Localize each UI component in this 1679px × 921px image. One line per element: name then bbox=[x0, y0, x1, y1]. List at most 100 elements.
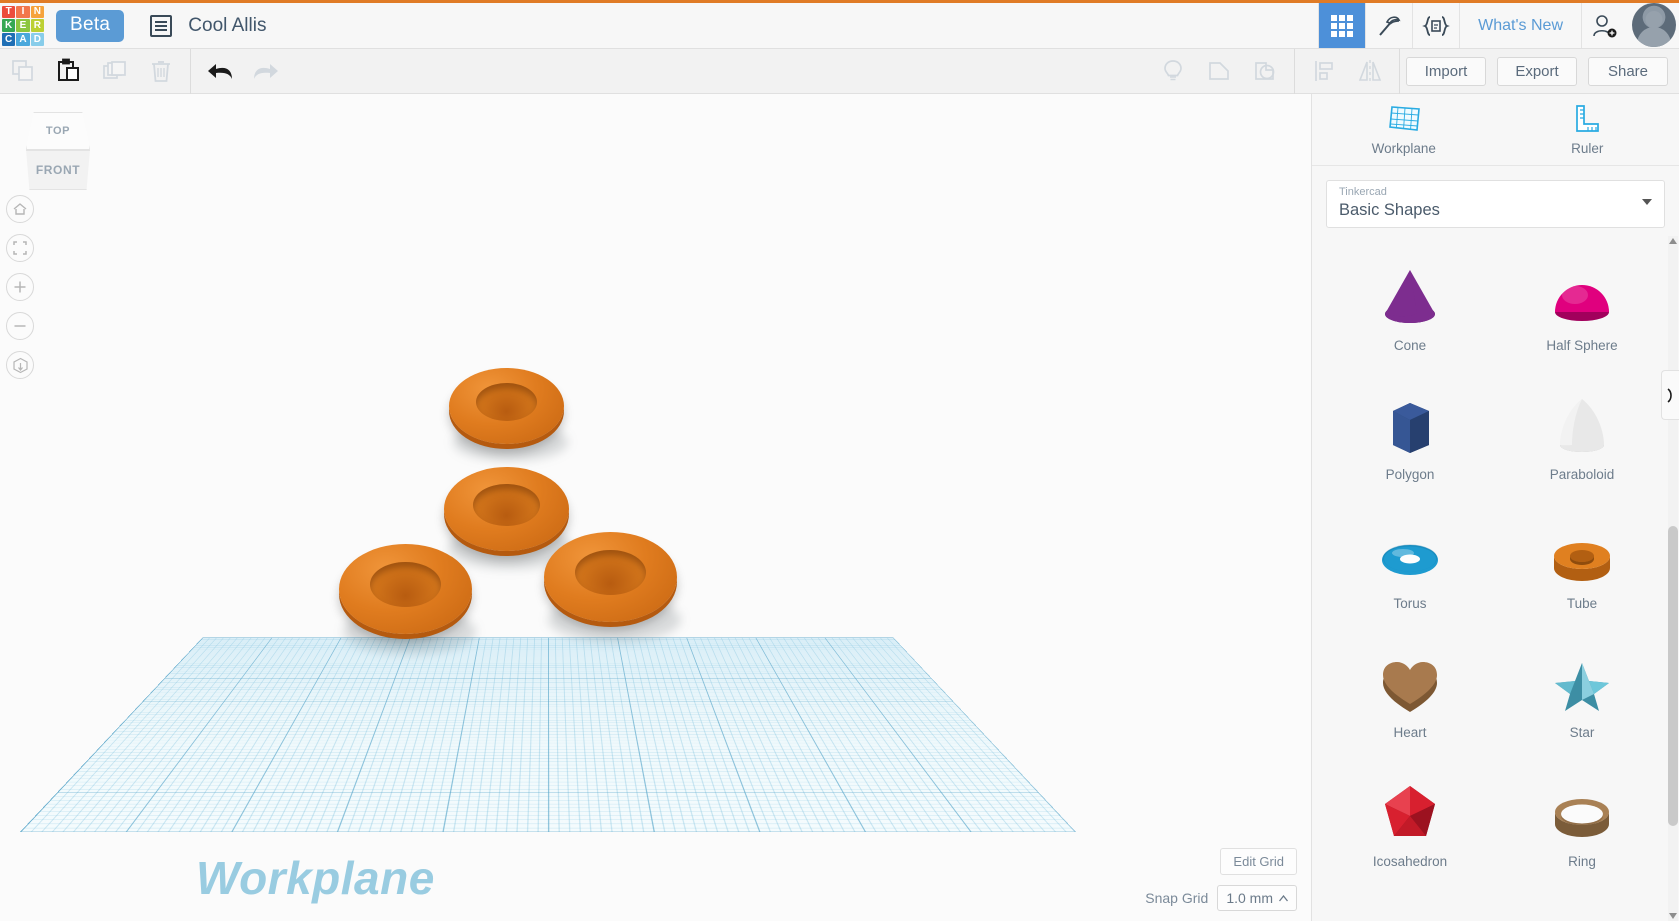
zoom-in-button[interactable] bbox=[6, 273, 34, 301]
workplane-grid[interactable] bbox=[19, 637, 1076, 832]
copy-button[interactable] bbox=[0, 49, 46, 94]
beta-badge[interactable]: Beta bbox=[56, 9, 125, 42]
logo-tile-d: D bbox=[30, 32, 44, 46]
edit-grid-button[interactable]: Edit Grid bbox=[1220, 848, 1297, 875]
codeblocks-button[interactable] bbox=[1412, 3, 1459, 48]
paraboloid-icon bbox=[1545, 389, 1619, 463]
copy-icon bbox=[12, 60, 33, 81]
logo-tile-t: T bbox=[2, 5, 16, 19]
tinker-pickaxe-button[interactable] bbox=[1365, 3, 1412, 48]
shape-label: Half Sphere bbox=[1546, 338, 1618, 353]
workplane-grid-icon bbox=[1388, 106, 1420, 131]
tube-shape-3[interactable] bbox=[339, 544, 476, 654]
ruler-tool-label: Ruler bbox=[1571, 141, 1604, 156]
mirror-button[interactable] bbox=[1347, 49, 1393, 94]
shape-ring[interactable]: Ring bbox=[1496, 766, 1668, 895]
view-orientation-cube[interactable]: TOP FRONT bbox=[22, 112, 94, 190]
logo-tile-r: R bbox=[30, 19, 44, 32]
viewcube-front-face[interactable]: FRONT bbox=[26, 150, 90, 190]
shape-label: Torus bbox=[1393, 596, 1427, 611]
panel-tools-row: Workplane Ruler bbox=[1312, 94, 1679, 166]
shape-half-sphere[interactable]: Half Sphere bbox=[1496, 250, 1668, 379]
share-button[interactable]: Share bbox=[1588, 56, 1668, 86]
icosahedron-icon bbox=[1373, 776, 1447, 850]
delete-button[interactable] bbox=[138, 49, 184, 94]
group-shapes-icon bbox=[1209, 62, 1229, 80]
logo-tile-i: I bbox=[16, 5, 30, 19]
shape-label: Cone bbox=[1393, 338, 1427, 353]
ungroup-button[interactable] bbox=[1242, 49, 1288, 94]
shapes-scroll-area[interactable]: Cone Half Sphere Polygon Paraboloid Toru… bbox=[1312, 236, 1679, 921]
shape-label: Tube bbox=[1566, 596, 1598, 611]
user-avatar[interactable] bbox=[1632, 3, 1676, 47]
workplane-tool[interactable]: Workplane bbox=[1312, 94, 1496, 165]
logo-tile-e: E bbox=[16, 19, 30, 32]
paste-icon bbox=[58, 58, 79, 81]
3d-canvas[interactable]: Workplane TOP FRONT Edit Grid Snap Grid … bbox=[0, 94, 1311, 921]
shape-polygon[interactable]: Polygon bbox=[1324, 379, 1496, 508]
snap-grid-select[interactable]: 1.0 mm bbox=[1217, 885, 1297, 911]
fit-to-view-button[interactable] bbox=[6, 234, 34, 262]
ruler-tool[interactable]: Ruler bbox=[1496, 94, 1679, 165]
trash-icon bbox=[152, 61, 170, 82]
cone-icon bbox=[1373, 260, 1447, 334]
paste-button[interactable] bbox=[46, 49, 92, 94]
minus-icon bbox=[14, 325, 26, 327]
object-hole bbox=[473, 483, 540, 526]
shape-collection-select[interactable]: Tinkercad Basic Shapes bbox=[1326, 180, 1665, 228]
object-hole bbox=[575, 550, 646, 595]
viewcube-top-face[interactable]: TOP bbox=[26, 112, 90, 150]
workplane-container: Workplane bbox=[0, 94, 1311, 921]
shape-heart[interactable]: Heart bbox=[1324, 637, 1496, 766]
gallery-grid-button[interactable] bbox=[1318, 3, 1366, 48]
zoom-out-button[interactable] bbox=[6, 312, 34, 340]
ring-icon bbox=[1545, 776, 1619, 850]
tube-shape-4[interactable] bbox=[544, 532, 681, 642]
shape-label: Ring bbox=[1568, 854, 1596, 869]
collection-name: Basic Shapes bbox=[1339, 201, 1440, 219]
half-sphere-icon bbox=[1545, 260, 1619, 334]
scroll-up-arrow-icon[interactable] bbox=[1669, 238, 1677, 244]
tinkercad-logo[interactable]: TIN KER CAD bbox=[2, 5, 44, 46]
home-view-button[interactable] bbox=[6, 195, 34, 223]
snap-grid-control: Snap Grid 1.0 mm bbox=[1145, 885, 1297, 911]
page-title[interactable]: Cool Allis bbox=[188, 15, 266, 37]
fit-frame-icon bbox=[13, 241, 27, 255]
logo-tile-n: N bbox=[30, 5, 44, 19]
invite-people-button[interactable] bbox=[1581, 3, 1628, 48]
redo-button[interactable] bbox=[243, 49, 289, 94]
chevron-up-icon bbox=[1279, 894, 1288, 901]
undo-button[interactable] bbox=[197, 49, 243, 94]
show-hide-button[interactable] bbox=[1150, 49, 1196, 94]
polygon-prism-icon bbox=[1373, 389, 1447, 463]
perspective-toggle-button[interactable] bbox=[6, 351, 34, 379]
star-icon bbox=[1545, 647, 1619, 721]
group-button[interactable] bbox=[1196, 49, 1242, 94]
panel-collapse-handle[interactable] bbox=[1661, 370, 1679, 420]
shape-torus[interactable]: Torus bbox=[1324, 508, 1496, 637]
tube-shape-1[interactable] bbox=[449, 368, 568, 461]
list-document-icon[interactable] bbox=[150, 14, 173, 37]
scrollbar-thumb[interactable] bbox=[1668, 526, 1678, 826]
shapes-scrollbar[interactable] bbox=[1668, 236, 1678, 921]
top-navigation-bar: TINKERCAD Beta Cool Allis What's New bbox=[0, 0, 1679, 49]
shape-tube[interactable]: Tube bbox=[1496, 508, 1668, 637]
lightbulb-icon bbox=[1164, 60, 1182, 81]
align-button[interactable] bbox=[1301, 49, 1347, 94]
scroll-down-arrow-icon[interactable] bbox=[1669, 913, 1677, 919]
import-button[interactable]: Import bbox=[1406, 56, 1486, 86]
shape-star[interactable]: Star bbox=[1496, 637, 1668, 766]
duplicate-button[interactable] bbox=[92, 49, 138, 94]
undo-arrow-icon bbox=[208, 64, 232, 79]
export-button[interactable]: Export bbox=[1497, 56, 1577, 86]
shape-label: Polygon bbox=[1385, 467, 1435, 482]
shape-icosahedron[interactable]: Icosahedron bbox=[1324, 766, 1496, 895]
chevron-right-icon bbox=[1667, 387, 1672, 403]
collection-provider: Tinkercad bbox=[1339, 186, 1387, 198]
snap-grid-label: Snap Grid bbox=[1145, 890, 1209, 906]
mirror-flip-icon bbox=[1358, 60, 1382, 82]
whats-new-link[interactable]: What's New bbox=[1459, 3, 1581, 48]
shape-cone[interactable]: Cone bbox=[1324, 250, 1496, 379]
edit-toolbar: Import Export Share bbox=[0, 48, 1679, 94]
shape-paraboloid[interactable]: Paraboloid bbox=[1496, 379, 1668, 508]
